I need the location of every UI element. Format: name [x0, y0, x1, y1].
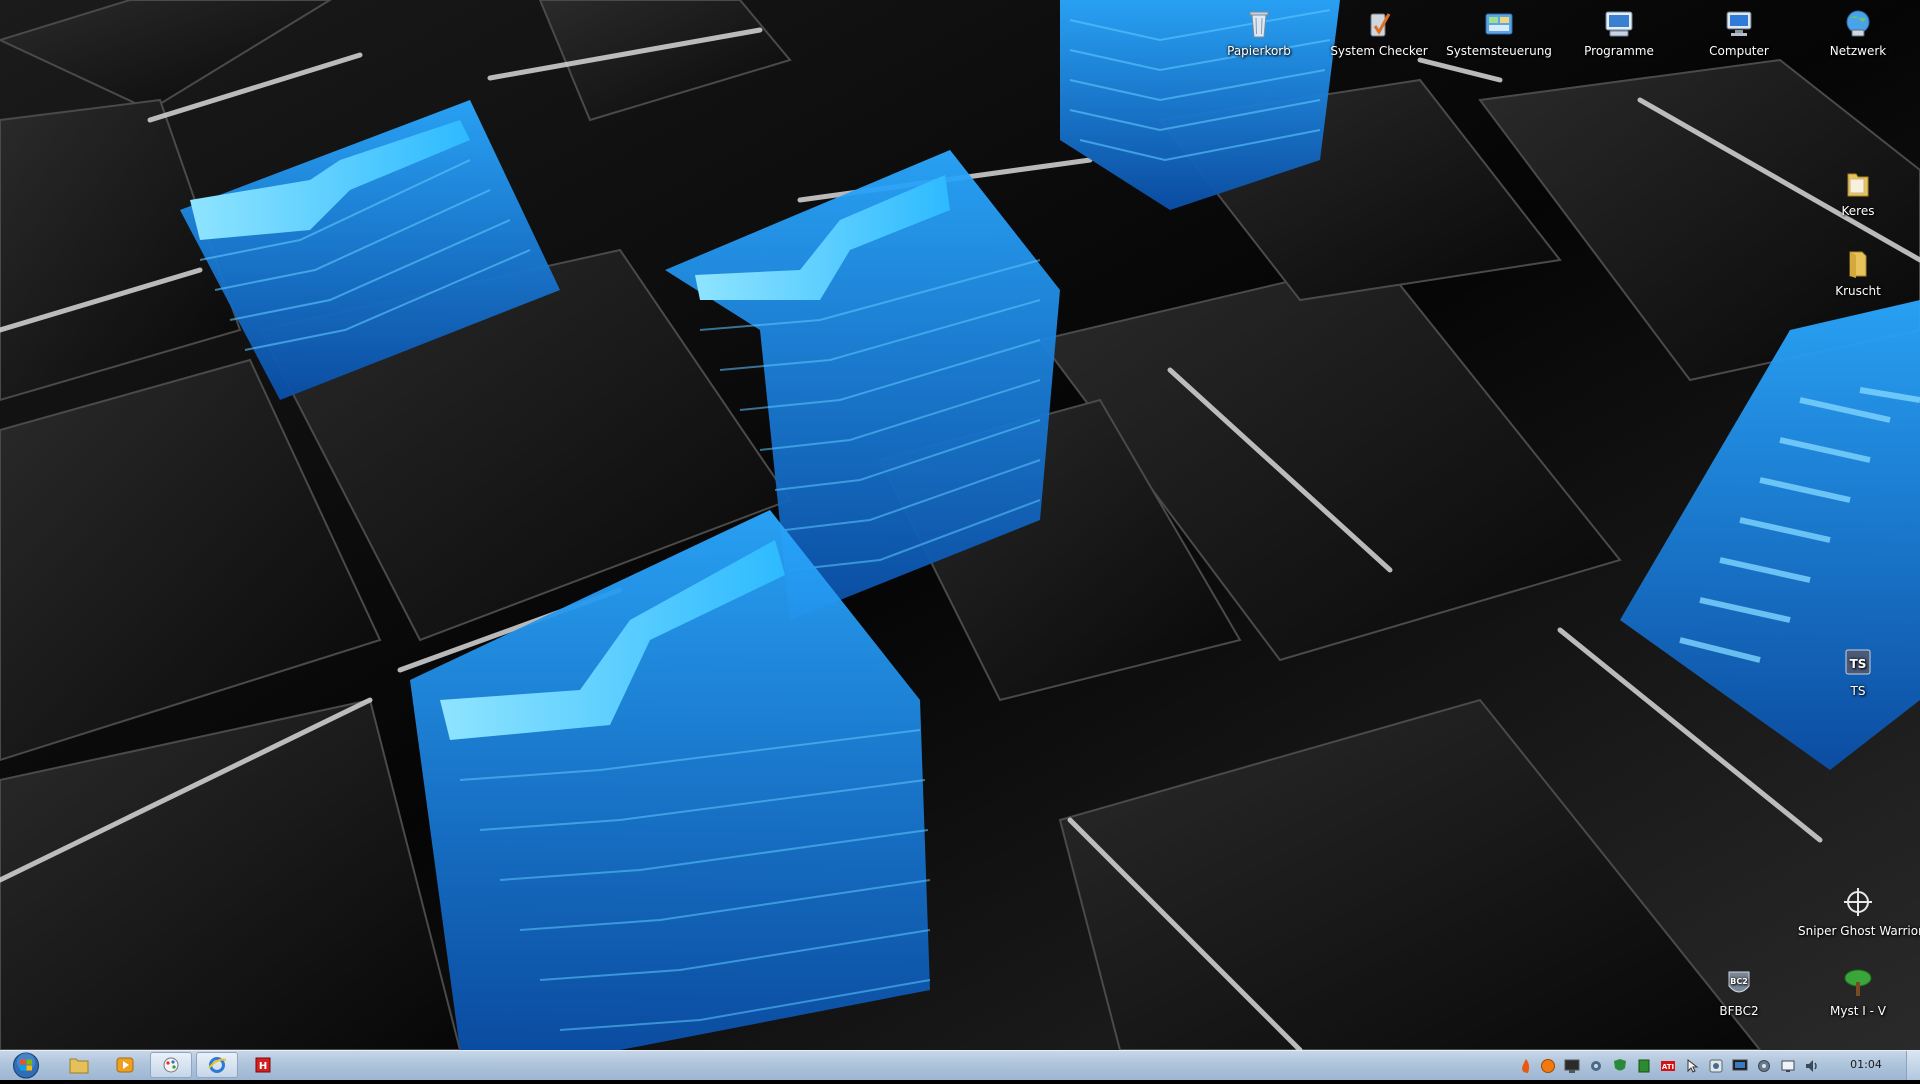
- svg-text:ATI: ATI: [1662, 1063, 1674, 1071]
- svg-text:H: H: [259, 1061, 267, 1072]
- desktop-icon-computer[interactable]: Computer: [1684, 6, 1794, 58]
- desktop-icon-label: Computer: [1709, 44, 1769, 58]
- taskbar-paint-button[interactable]: [150, 1052, 192, 1078]
- ati-icon[interactable]: ATI: [1660, 1058, 1676, 1074]
- windows-logo-icon: [13, 1052, 39, 1079]
- orange-circle-icon[interactable]: [1540, 1058, 1556, 1074]
- taskbar-ie-button[interactable]: [196, 1052, 238, 1078]
- desktop-icon-label: BFBC2: [1719, 1004, 1759, 1018]
- desktop-icon-label: Keres: [1841, 204, 1875, 218]
- flame-icon[interactable]: [1518, 1058, 1534, 1074]
- computer-icon: [1726, 11, 1752, 36]
- taskbar-media-player-button[interactable]: [104, 1052, 146, 1078]
- internet-explorer-icon: [208, 1057, 227, 1073]
- desktop-icon-system-checker[interactable]: System Checker: [1324, 6, 1434, 58]
- desktop-icon-control-panel[interactable]: Systemsteuerung: [1444, 6, 1554, 58]
- recycle-bin-icon: [1249, 11, 1269, 38]
- taskbar: H ATI 01:04: [0, 1050, 1920, 1080]
- explorer-folder-icon: [69, 1058, 89, 1074]
- desktop-icon-ts[interactable]: TS TS: [1803, 646, 1913, 698]
- volume-icon[interactable]: [1804, 1058, 1820, 1074]
- monitor-icon[interactable]: [1564, 1058, 1580, 1074]
- show-desktop-button[interactable]: [1906, 1051, 1920, 1080]
- desktop-icon-label: Netzwerk: [1829, 44, 1887, 58]
- display-icon[interactable]: [1780, 1058, 1796, 1074]
- media-player-icon: [116, 1057, 134, 1073]
- red-app-icon: H: [255, 1057, 271, 1073]
- folder-icon: [1847, 173, 1869, 197]
- desktop-icon-label: Systemsteuerung: [1446, 44, 1552, 58]
- desktop-icon-label: TS: [1850, 684, 1866, 698]
- tree-icon: [1844, 969, 1872, 996]
- taskbar-explorer-button[interactable]: [58, 1052, 100, 1078]
- desktop-icon-bfbc2[interactable]: BC2 BFBC2: [1684, 966, 1794, 1018]
- teamspeak-icon: TS: [1845, 649, 1871, 675]
- bfbc2-icon: BC2: [1728, 971, 1750, 993]
- desktop-icon-recycle-bin[interactable]: Papierkorb: [1204, 6, 1314, 58]
- network-gear-icon[interactable]: [1588, 1058, 1604, 1074]
- tray-app-icon[interactable]: [1708, 1058, 1724, 1074]
- tray-monitor-icon[interactable]: [1732, 1058, 1748, 1074]
- svg-text:BC2: BC2: [1730, 977, 1748, 986]
- svg-text:TS: TS: [1850, 657, 1867, 671]
- green-square-icon[interactable]: [1636, 1058, 1652, 1074]
- crosshair-icon: [1844, 888, 1872, 916]
- desktop-icon-myst[interactable]: Myst I - V: [1803, 966, 1913, 1018]
- desktop-icon-kruscht-folder[interactable]: Kruscht: [1803, 246, 1913, 298]
- desktop-icon-label: Programme: [1584, 44, 1654, 58]
- desktop-icon-label: Sniper Ghost Warrior: [1798, 924, 1920, 938]
- desktop-icon-label: Kruscht: [1835, 284, 1881, 298]
- taskbar-red-app-button[interactable]: H: [242, 1052, 284, 1078]
- gear-icon[interactable]: [1756, 1058, 1772, 1074]
- cursor-icon[interactable]: [1684, 1058, 1700, 1074]
- folder-icon: [1849, 251, 1867, 278]
- system-checker-icon: [1370, 13, 1391, 37]
- control-panel-icon: [1485, 13, 1513, 35]
- desktop-icon-sniper-ghost-warrior[interactable]: Sniper Ghost Warrior: [1798, 886, 1920, 938]
- desktop-icon-network[interactable]: Netzwerk: [1803, 6, 1913, 58]
- desktop-icon-keres-folder[interactable]: Keres: [1803, 166, 1913, 218]
- desktop-wallpaper: [0, 0, 1920, 1050]
- taskbar-clock[interactable]: 01:04: [1848, 1058, 1884, 1071]
- desktop-icon-label: Myst I - V: [1830, 1004, 1886, 1018]
- shield-icon[interactable]: [1612, 1058, 1628, 1074]
- programs-icon: [1605, 11, 1633, 37]
- desktop-icon-label: System Checker: [1330, 44, 1428, 58]
- desktop-icon-label: Papierkorb: [1227, 44, 1291, 58]
- network-icon: [1846, 10, 1870, 37]
- start-button[interactable]: [4, 1051, 48, 1080]
- paint-icon: [163, 1057, 179, 1073]
- desktop-icon-programs[interactable]: Programme: [1564, 6, 1674, 58]
